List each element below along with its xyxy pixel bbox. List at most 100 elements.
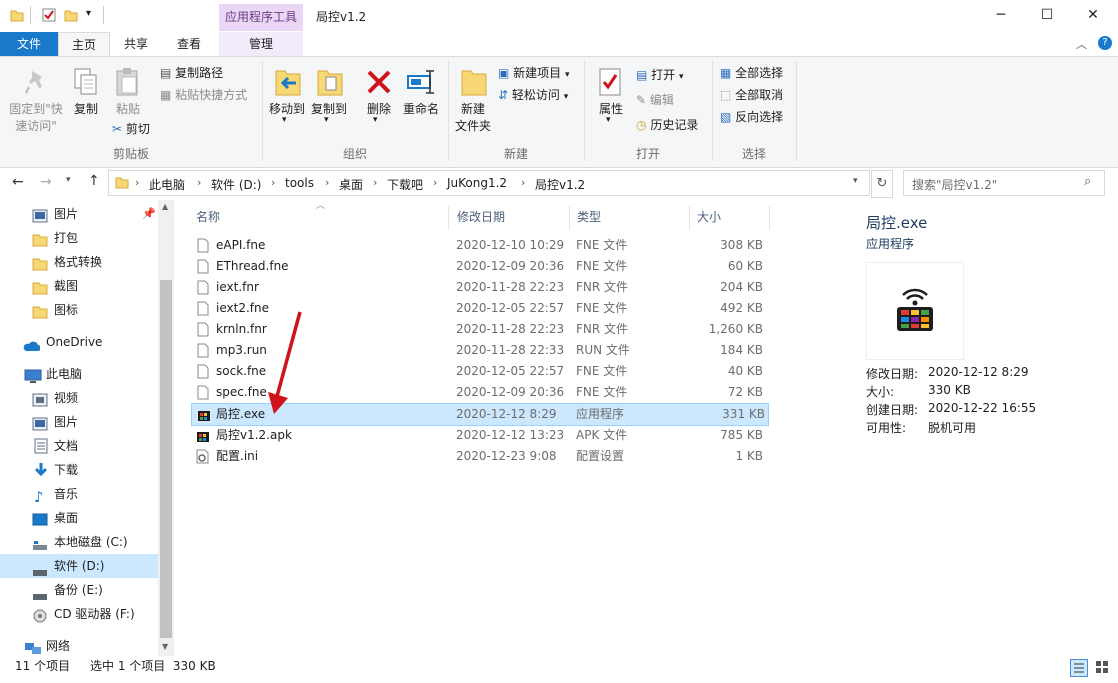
back-button[interactable]: ←: [12, 174, 24, 190]
select-all-button[interactable]: ▦ 全部选择: [720, 63, 783, 83]
paste-button[interactable]: 粘贴: [110, 101, 146, 118]
breadcrumb-desktop[interactable]: 桌面: [339, 176, 363, 193]
nav-item-onedrive[interactable]: OneDrive: [0, 330, 158, 354]
nav-item-pictures[interactable]: 图片: [0, 410, 158, 434]
tab-manage[interactable]: 管理: [219, 32, 303, 56]
copy-to-button[interactable]: 复制到: [306, 101, 352, 118]
tab-view[interactable]: 查看: [164, 32, 214, 56]
details-view-button[interactable]: [1070, 659, 1088, 677]
new-folder-button[interactable]: 新建 文件夹: [452, 101, 494, 135]
up-button[interactable]: ↑: [88, 173, 100, 189]
easy-access-button[interactable]: ⇵ 轻松访问 ▾: [498, 85, 568, 105]
nav-item-format[interactable]: 格式转换: [0, 250, 158, 274]
breadcrumb-xiazaiba[interactable]: 下载吧: [387, 176, 423, 193]
breadcrumb-this-pc[interactable]: 此电脑: [149, 176, 185, 193]
column-header-type[interactable]: 类型: [577, 208, 601, 226]
collapse-ribbon-icon[interactable]: ︿: [1076, 36, 1087, 52]
delete-button[interactable]: 删除: [360, 101, 398, 118]
details-view-icon: [1071, 660, 1087, 676]
column-divider[interactable]: [689, 206, 690, 230]
nav-item-this-pc[interactable]: 此电脑: [0, 362, 158, 386]
select-none-button[interactable]: ⬚ 全部取消: [720, 85, 783, 105]
tab-file[interactable]: 文件: [0, 32, 58, 56]
nav-item-music[interactable]: ♪音乐: [0, 482, 158, 506]
paste-shortcut-button[interactable]: ▦ 粘贴快捷方式: [160, 85, 247, 105]
qat-dropdown-icon[interactable]: ▾: [86, 8, 91, 19]
scroll-down-icon[interactable]: ▼: [162, 642, 168, 651]
new-item-button[interactable]: ▣ 新建项目 ▾: [498, 63, 570, 83]
move-to-dropdown-icon[interactable]: ▾: [282, 115, 287, 125]
select-none-icon: ⬚: [720, 88, 731, 102]
rename-button[interactable]: 重命名: [400, 101, 442, 118]
file-row[interactable]: EThread.fne2020-12-09 20:36FNE 文件60 KB: [191, 256, 767, 277]
tab-share[interactable]: 共享: [112, 32, 160, 56]
address-dropdown-icon[interactable]: ▾: [853, 176, 858, 186]
details-modified-value: 2020-12-12 8:29: [928, 365, 1029, 379]
nav-item-icons[interactable]: 图标: [0, 298, 158, 322]
tab-home[interactable]: 主页: [58, 32, 110, 58]
column-divider[interactable]: [769, 206, 770, 230]
copy-to-dropdown-icon[interactable]: ▾: [324, 115, 329, 125]
address-bar[interactable]: › 此电脑 › 软件 (D:) › tools › 桌面 › 下载吧 › JuK…: [108, 170, 870, 196]
new-folder-icon[interactable]: [64, 8, 78, 22]
history-button[interactable]: ◷ 历史记录: [636, 115, 698, 135]
nav-item-cd-drive[interactable]: CD 驱动器 (F:): [0, 602, 158, 626]
close-button[interactable]: ✕: [1070, 0, 1116, 31]
nav-item-network[interactable]: 网络: [0, 634, 158, 658]
refresh-button[interactable]: ↻: [871, 170, 893, 198]
nav-item-pictures-quick[interactable]: 图片📌: [0, 202, 158, 226]
status-bar: 11 个项目 选中 1 个项目 330 KB: [0, 656, 1118, 677]
nav-item-screenshot[interactable]: 截图: [0, 274, 158, 298]
folder-icon: [115, 175, 129, 192]
nav-scrollbar[interactable]: ▲ ▼: [158, 200, 174, 656]
nav-item-dabao[interactable]: 打包: [0, 226, 158, 250]
nav-item-drive-d[interactable]: 软件 (D:): [0, 554, 158, 578]
forward-button[interactable]: →: [40, 174, 52, 190]
breadcrumb-tools[interactable]: tools: [285, 176, 314, 190]
recent-locations-icon[interactable]: ▾: [66, 175, 71, 185]
minimize-button[interactable]: ─: [978, 0, 1024, 31]
nav-item-drive-c[interactable]: 本地磁盘 (C:): [0, 530, 158, 554]
maximize-button[interactable]: ☐: [1024, 0, 1070, 31]
delete-dropdown-icon[interactable]: ▾: [373, 115, 378, 125]
details-modified-label: 修改日期:: [866, 365, 918, 382]
scroll-up-icon[interactable]: ▲: [162, 202, 168, 211]
copy-button[interactable]: 复制: [68, 101, 104, 118]
file-row[interactable]: iext.fnr2020-11-28 22:23FNR 文件204 KB: [191, 277, 767, 298]
breadcrumb-jukong[interactable]: JuKong1.2: [447, 176, 507, 190]
column-divider[interactable]: [448, 206, 449, 230]
cut-button[interactable]: ✂ 剪切: [112, 119, 150, 139]
nav-item-desktop[interactable]: 桌面: [0, 506, 158, 530]
copy-path-button[interactable]: ▤ 复制路径: [160, 63, 223, 83]
large-icons-view-button[interactable]: [1094, 659, 1110, 675]
properties-button[interactable]: 属性: [592, 101, 630, 118]
move-to-button[interactable]: 移动到: [264, 101, 310, 118]
edit-button[interactable]: ✎ 编辑: [636, 90, 674, 110]
nav-item-downloads[interactable]: 下载: [0, 458, 158, 482]
file-row[interactable]: 局控v1.2.apk2020-12-12 13:23APK 文件785 KB: [191, 425, 767, 446]
nav-item-documents[interactable]: 文档: [0, 434, 158, 458]
file-row[interactable]: 配置.ini2020-12-23 9:08配置设置1 KB: [191, 446, 767, 467]
column-header-date[interactable]: 修改日期: [457, 208, 505, 226]
column-header-size[interactable]: 大小: [697, 208, 721, 226]
scissors-icon: ✂: [112, 122, 122, 136]
open-button[interactable]: ▤ 打开 ▾: [636, 65, 684, 85]
properties-icon[interactable]: [42, 8, 56, 22]
copy-icon: [72, 67, 100, 100]
column-divider[interactable]: [569, 206, 570, 230]
help-icon[interactable]: ?: [1098, 36, 1112, 50]
file-row[interactable]: eAPI.fne2020-12-10 10:29FNE 文件308 KB: [191, 235, 767, 256]
invert-selection-button[interactable]: ▧ 反向选择: [720, 107, 783, 127]
nav-item-drive-e[interactable]: 备份 (E:): [0, 578, 158, 602]
nav-item-videos[interactable]: 视频: [0, 386, 158, 410]
search-input[interactable]: 搜索"局控v1.2" ⌕: [903, 170, 1105, 196]
pin-quick-access-button[interactable]: 固定到"快 速访问": [2, 101, 70, 135]
chevron-right-icon: ›: [521, 176, 525, 189]
column-header-name[interactable]: 名称: [196, 208, 220, 226]
nav-scrollbar-thumb[interactable]: [160, 280, 172, 638]
properties-dropdown-icon[interactable]: ▾: [606, 115, 611, 125]
divider: [103, 6, 104, 24]
details-file-kind: 应用程序: [866, 235, 914, 252]
breadcrumb-current[interactable]: 局控v1.2: [535, 176, 585, 193]
breadcrumb-drive-d[interactable]: 软件 (D:): [211, 176, 261, 193]
